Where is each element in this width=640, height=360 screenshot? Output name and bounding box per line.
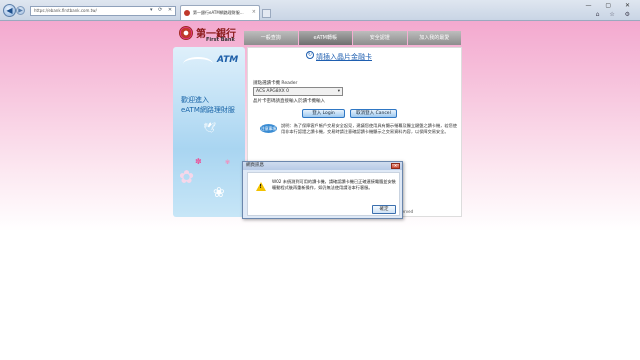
- reader-select[interactable]: ACS APG8XX 0 ▾: [253, 87, 343, 96]
- dialog-body: ! W02 未偵測到可用的讀卡機，請確認讀卡機已正確連接電腦並安裝驅動程式後再重…: [247, 172, 400, 216]
- flower-icon: ✽: [195, 157, 202, 166]
- warning-mark: !: [259, 184, 262, 190]
- nav-item-inquiry[interactable]: 一般查詢: [244, 31, 298, 45]
- nav-item-eatm[interactable]: eATM轉帳: [298, 31, 352, 45]
- login-button[interactable]: 登入 Login: [302, 109, 345, 118]
- reader-note: 晶片卡密碼請直接輸入於讀卡機輸入: [253, 99, 325, 104]
- back-button[interactable]: ◀: [3, 4, 16, 17]
- tab-title: 第一銀行eATM網路理財服...: [193, 10, 244, 15]
- left-banner: ATM 歡迎進入 eATM網路理財服 🕊 ✿ ❀ ✽ ✾: [173, 47, 245, 217]
- alert-dialog: 網頁訊息 ✕ ! W02 未偵測到可用的讀卡機，請確認讀卡機已正確連接電腦並安裝…: [242, 161, 403, 219]
- forward-button[interactable]: ▶: [16, 6, 25, 15]
- flower-icon: ❀: [213, 185, 225, 201]
- cancel-login-button[interactable]: 取消登入 Cancel: [350, 109, 397, 118]
- notice-text: 說明：為了保障客戶帳戶交易安全起見，建議您使用具有顯示螢幕及獨立鍵盤之讀卡機，若…: [281, 123, 457, 134]
- reader-label: 請點選讀卡機 Reader: [253, 81, 298, 86]
- refresh-icon: ↻: [306, 51, 314, 59]
- top-nav: 一般查詢 eATM轉帳 安全認證 加入我的最愛: [244, 31, 462, 45]
- notice-badge: 注意事項: [260, 124, 277, 133]
- favicon-icon: [184, 10, 190, 16]
- welcome-text-1: 歡迎進入: [181, 96, 209, 104]
- atm-badge: ATM: [217, 55, 239, 65]
- nav-item-security[interactable]: 安全認證: [353, 31, 407, 45]
- dialog-close-button[interactable]: ✕: [391, 163, 400, 169]
- tab-close-icon[interactable]: ×: [252, 6, 256, 19]
- welcome-text-2: eATM網路理財服: [181, 106, 235, 114]
- bank-logo[interactable]: 第一銀行 First Bank: [172, 23, 242, 47]
- browser-chrome: ◀ ▶ https://ebank.firstbank.com.tw/ ▾ ⟳ …: [0, 0, 640, 21]
- dialog-title: 網頁訊息: [243, 162, 402, 170]
- flower-icon: ✾: [225, 159, 231, 166]
- chevron-down-icon: ▾: [337, 89, 340, 94]
- flower-icon: ✿: [179, 167, 195, 188]
- new-tab-button[interactable]: [262, 9, 271, 18]
- address-bar-icons[interactable]: ▾ ⟳ ✕: [150, 7, 174, 13]
- ok-button[interactable]: 確定: [372, 205, 396, 214]
- toolbar-icons[interactable]: ⌂ ☆ ⚙: [596, 11, 634, 18]
- bird-icon: 🕊: [203, 123, 216, 134]
- dialog-message: W02 未偵測到可用的讀卡機，請確認讀卡機已正確連接電腦並安裝驅動程式後再重新操…: [272, 179, 396, 190]
- logo-english: First Bank: [206, 37, 235, 43]
- browser-tab[interactable]: 第一銀行eATM網路理財服... ×: [180, 5, 260, 20]
- swirl-decoration: [183, 57, 213, 71]
- page-title[interactable]: 請插入晶片金融卡: [316, 52, 372, 62]
- nav-item-favorite[interactable]: 加入我的最愛: [407, 31, 461, 45]
- reader-value: ACS APG8XX 0: [256, 89, 290, 94]
- window-controls[interactable]: — ▢ ✕: [585, 2, 636, 9]
- logo-emblem-icon: [179, 26, 193, 40]
